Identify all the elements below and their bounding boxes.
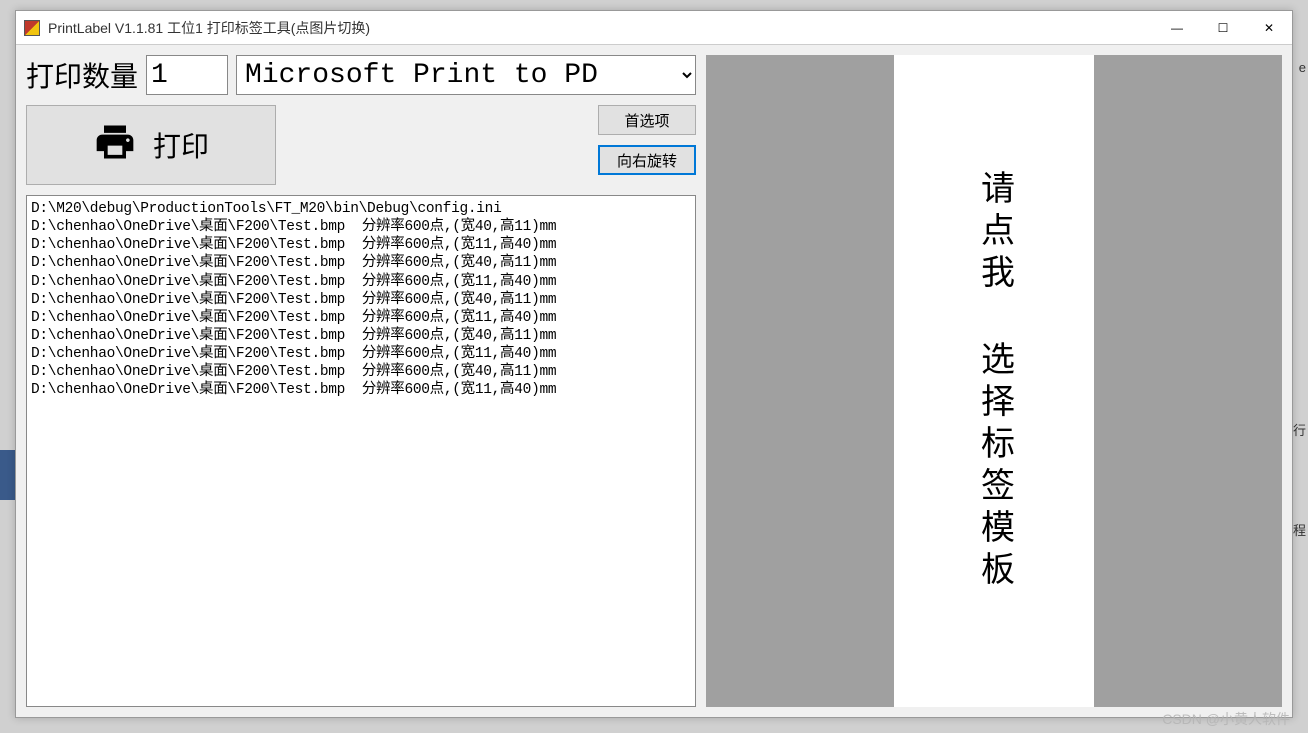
- maximize-button[interactable]: ☐: [1200, 11, 1246, 44]
- bg-text: 行: [1293, 420, 1306, 439]
- print-button-label: 打印: [153, 125, 209, 165]
- quantity-input[interactable]: [146, 55, 228, 95]
- log-output[interactable]: D:\M20\debug\ProductionTools\FT_M20\bin\…: [26, 195, 696, 707]
- top-controls-row: 打印数量 Microsoft Print to PD: [26, 55, 696, 95]
- close-button[interactable]: ✕: [1246, 11, 1292, 44]
- left-panel: 打印数量 Microsoft Print to PD 打印 首选项: [26, 55, 696, 707]
- bg-text: 程: [1293, 520, 1306, 539]
- window-controls: — ☐ ✕: [1154, 11, 1292, 44]
- preview-placeholder-text: 请点我 选择标签模板: [970, 170, 1019, 593]
- quantity-label: 打印数量: [26, 55, 138, 95]
- action-row: 打印 首选项 向右旋转: [26, 105, 696, 185]
- app-window: PrintLabel V1.1.81 工位1 打印标签工具(点图片切换) — ☐…: [15, 10, 1293, 718]
- label-preview[interactable]: 请点我 选择标签模板: [894, 55, 1094, 707]
- window-title: PrintLabel V1.1.81 工位1 打印标签工具(点图片切换): [48, 18, 1154, 38]
- print-button[interactable]: 打印: [26, 105, 276, 185]
- watermark: CSDN @小黄人软件: [1162, 709, 1290, 729]
- preview-panel: 请点我 选择标签模板: [706, 55, 1282, 707]
- background-sidebar-hint: [0, 450, 15, 500]
- bg-text: e: [1299, 60, 1306, 75]
- app-icon: [24, 20, 40, 36]
- rotate-right-button[interactable]: 向右旋转: [598, 145, 696, 175]
- preferences-button[interactable]: 首选项: [598, 105, 696, 135]
- side-buttons: 首选项 向右旋转: [598, 105, 696, 175]
- printer-select[interactable]: Microsoft Print to PD: [236, 55, 696, 95]
- minimize-button[interactable]: —: [1154, 11, 1200, 44]
- printer-icon: [93, 120, 137, 171]
- titlebar[interactable]: PrintLabel V1.1.81 工位1 打印标签工具(点图片切换) — ☐…: [16, 11, 1292, 45]
- content-area: 打印数量 Microsoft Print to PD 打印 首选项: [16, 45, 1292, 717]
